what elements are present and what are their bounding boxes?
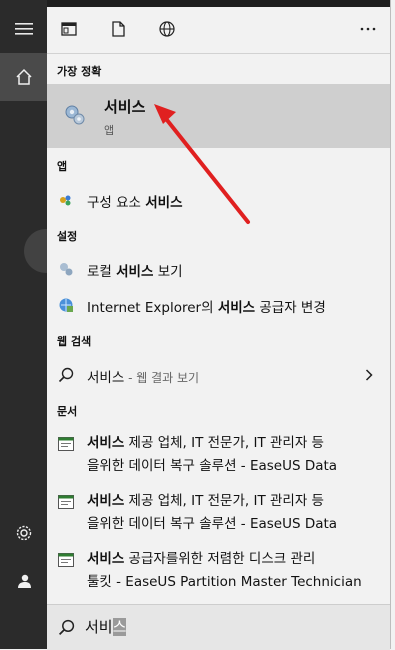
web-document-icon — [58, 495, 74, 509]
web-search-suffix: - 웹 결과 보기 — [124, 371, 200, 385]
component-services-item[interactable]: 구성 요소 서비스 — [47, 183, 390, 217]
settings-item-local-services[interactable]: 로컬 서비스 보기 — [47, 252, 390, 286]
component-services-prefix: 구성 요소 — [87, 195, 146, 211]
doc-1-bold: 서비스 — [87, 435, 125, 451]
hamburger-button[interactable] — [0, 5, 47, 53]
settings-button[interactable] — [0, 509, 47, 557]
documents-filter-button[interactable] — [96, 7, 140, 51]
doc-1-line2: 을위한 데이터 복구 솔루션 - EaseUS Data — [87, 458, 338, 474]
document-icon — [111, 21, 125, 37]
local-services-prefix: 로컬 — [87, 264, 117, 280]
toolbar-divider — [47, 53, 390, 54]
local-services-suffix: 보기 — [153, 264, 183, 280]
apps-filter-button[interactable] — [47, 7, 91, 51]
web-document-icon — [58, 437, 74, 451]
component-services-bold: 서비스 — [145, 195, 183, 211]
search-icon — [58, 367, 74, 383]
doc-3-line1: 공급자를위한 저렴한 디스크 관리 — [124, 551, 316, 567]
apps-header: 앱 — [57, 160, 68, 173]
doc-3-line2: 툴킷 - EaseUS Partition Master Technician — [87, 574, 362, 590]
doc-1-line1: 제공 업체, IT 전문가, IT 관리자 등 — [124, 435, 324, 451]
doc-3-bold: 서비스 — [87, 551, 125, 567]
ie-provider-prefix: Internet Explorer의 — [87, 300, 218, 316]
search-box[interactable]: 서비스 — [47, 604, 390, 650]
best-match-subtitle: 앱 — [104, 124, 115, 137]
documents-header: 문서 — [57, 405, 78, 418]
settings-gear-icon — [16, 525, 31, 541]
home-icon — [15, 68, 32, 85]
best-match-item[interactable]: 서비스 앱 — [47, 84, 390, 148]
more-button[interactable] — [346, 7, 390, 51]
filter-toolbar — [47, 7, 390, 53]
local-services-icon — [60, 263, 73, 276]
web-search-text: 서비스 — [87, 370, 125, 386]
ie-provider-bold: 서비스 — [217, 300, 256, 316]
top-strip — [47, 0, 390, 7]
best-match-title: 서비스 — [104, 98, 146, 116]
search-query-selected: 스 — [112, 618, 127, 636]
services-gear-icon — [65, 105, 85, 125]
doc-2-bold: 서비스 — [87, 493, 125, 509]
hamburger-icon — [14, 23, 33, 35]
left-rail — [0, 0, 47, 649]
best-match-header: 가장 정확 — [57, 65, 102, 78]
document-item[interactable]: 서비스 제공 업체, IT 전문가, IT 관리자 등 을위한 데이터 복구 솔… — [47, 427, 390, 479]
local-services-bold: 서비스 — [116, 264, 154, 280]
home-button[interactable] — [0, 53, 47, 101]
internet-options-icon — [59, 298, 73, 312]
globe-icon — [159, 21, 175, 37]
search-panel: 가장 정확 서비스 앱 앱 구성 요소 서비스 설정 로컬 서비스 보기 Int… — [47, 0, 391, 650]
doc-2-line1: 제공 업체, IT 전문가, IT 관리자 등 — [124, 493, 324, 509]
chevron-right-icon — [365, 369, 373, 381]
ie-provider-suffix: 공급자 변경 — [255, 300, 326, 316]
web-search-item[interactable]: 서비스 - 웹 결과 보기 — [47, 358, 390, 392]
search-icon — [58, 619, 75, 636]
more-icon — [360, 27, 376, 31]
user-button[interactable] — [0, 557, 47, 605]
user-icon — [17, 574, 31, 588]
search-query[interactable]: 서비스 — [85, 616, 127, 637]
doc-2-line2: 을위한 데이터 복구 솔루션 - EaseUS Data — [87, 516, 338, 532]
document-item[interactable]: 서비스 공급자를위한 저렴한 디스크 관리 툴킷 - EaseUS Partit… — [47, 543, 390, 595]
search-query-text: 서비 — [85, 618, 113, 636]
web-filter-button[interactable] — [145, 7, 189, 51]
web-document-icon — [58, 553, 74, 567]
document-item[interactable]: 서비스 제공 업체, IT 전문가, IT 관리자 등 을위한 데이터 복구 솔… — [47, 485, 390, 537]
settings-item-ie-provider[interactable]: Internet Explorer의 서비스 공급자 변경 — [47, 288, 390, 322]
app-window-icon — [61, 22, 77, 36]
component-services-icon — [60, 195, 71, 206]
settings-header: 설정 — [57, 230, 78, 243]
web-search-header: 웹 검색 — [57, 335, 92, 348]
